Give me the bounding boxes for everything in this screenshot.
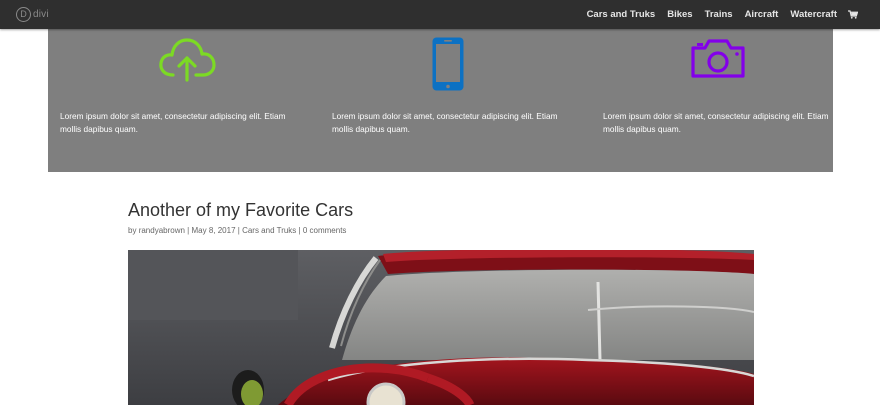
car-photo	[128, 250, 754, 405]
post-comments-link[interactable]: 0 comments	[303, 226, 347, 235]
logo-mark: D	[16, 7, 31, 22]
post-meta: by randyabrown | May 8, 2017 | Cars and …	[128, 226, 347, 235]
blurb-text: Lorem ipsum dolor sit amet, consectetur …	[603, 111, 829, 134]
smartphone-icon	[432, 37, 464, 91]
blurb-text: Lorem ipsum dolor sit amet, consectetur …	[60, 111, 286, 134]
post-title[interactable]: Another of my Favorite Cars	[128, 200, 353, 221]
logo-text: divi	[33, 9, 49, 20]
shopping-cart-icon[interactable]	[848, 10, 858, 19]
post-author-link[interactable]: randyabrown	[139, 226, 185, 235]
nav-item-cars-and-truks[interactable]: Cars and Truks	[587, 9, 656, 20]
cloud-upload-icon	[159, 38, 216, 82]
camera-icon	[691, 39, 745, 78]
nav-item-bikes[interactable]: Bikes	[667, 9, 692, 20]
nav-item-watercraft[interactable]: Watercraft	[790, 9, 837, 20]
nav-item-aircraft[interactable]: Aircraft	[745, 9, 779, 20]
top-header: D divi Cars and Truks Bikes Trains Aircr…	[0, 0, 880, 29]
site-logo[interactable]: D divi	[16, 6, 49, 23]
main-nav: Cars and Truks Bikes Trains Aircraft Wat…	[575, 0, 858, 29]
post-category-link[interactable]: Cars and Truks	[242, 226, 296, 235]
meta-prefix: by	[128, 226, 137, 235]
blurb-text: Lorem ipsum dolor sit amet, consectetur …	[332, 111, 558, 134]
post-date: May 8, 2017	[191, 226, 236, 235]
features-section: Lorem ipsum dolor sit amet, consectetur …	[48, 29, 833, 172]
nav-item-trains[interactable]: Trains	[705, 9, 733, 20]
featured-image[interactable]	[128, 250, 754, 405]
